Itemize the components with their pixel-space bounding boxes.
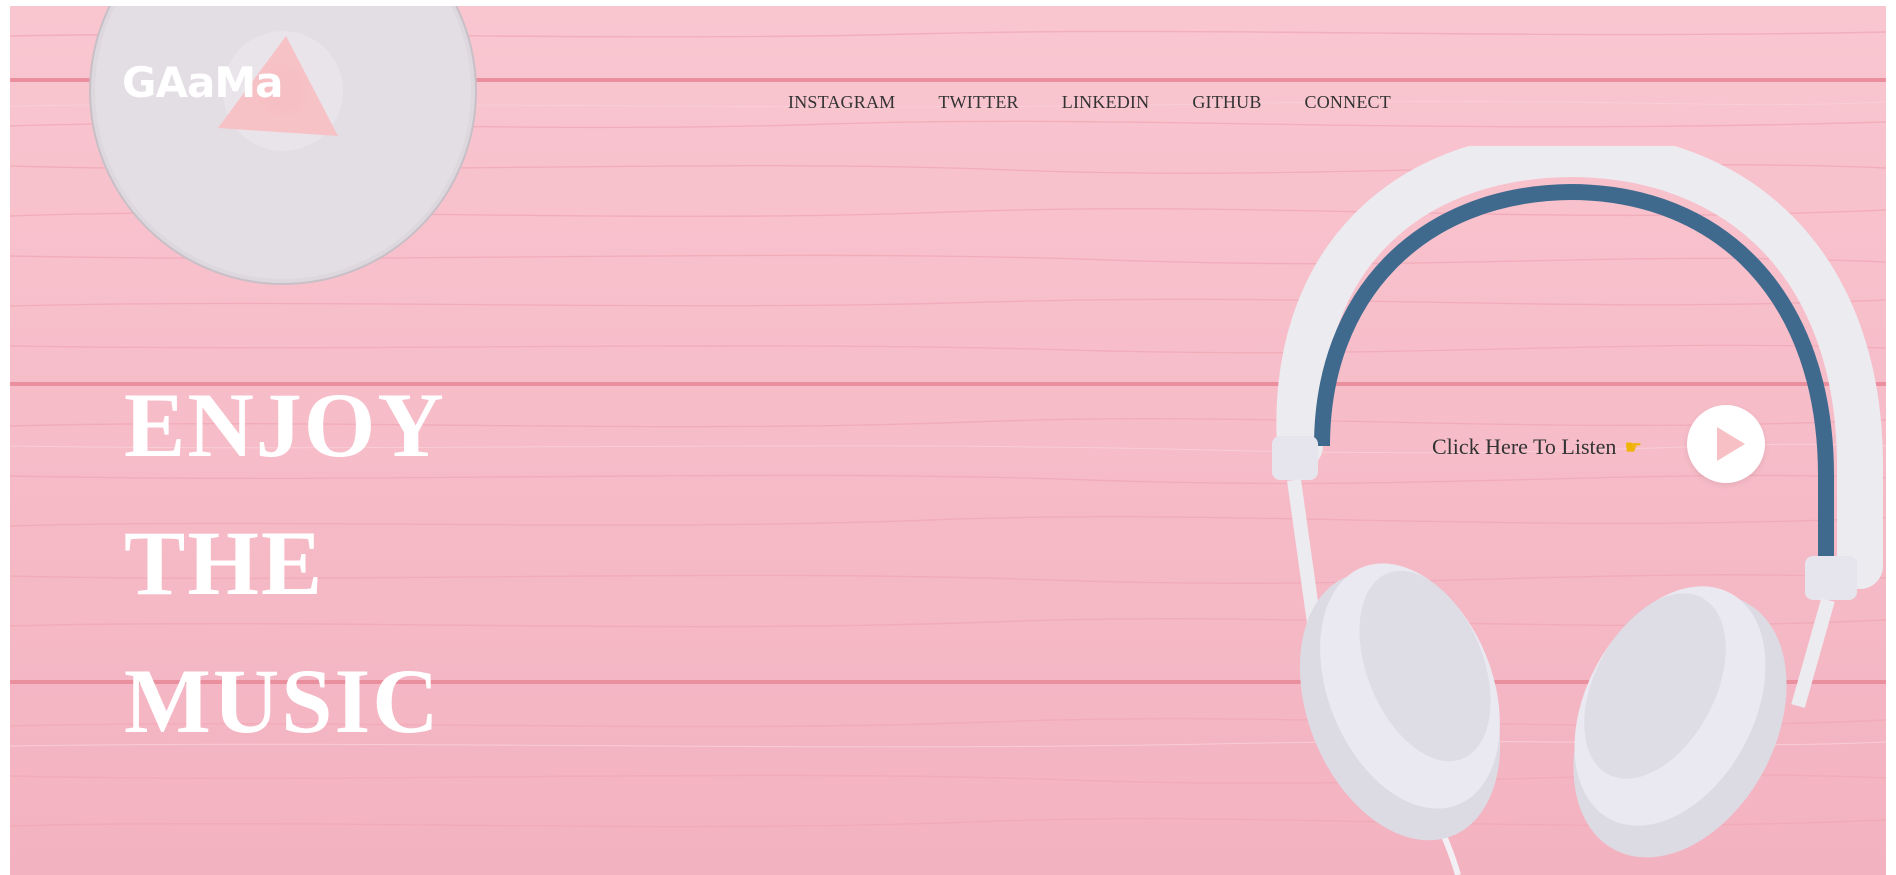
listen-prompt: Click Here To Listen ☛ [1432, 434, 1642, 460]
top-nav: INSTAGRAM TWITTER LINKEDIN GITHUB CONNEC… [788, 92, 1391, 113]
play-icon [1717, 427, 1745, 461]
pointing-hand-icon: ☛ [1624, 435, 1643, 459]
hero-section: GAaMa INSTAGRAM TWITTER LINKEDIN GITHUB … [10, 6, 1886, 875]
logo-text[interactable]: GAaMa [122, 58, 283, 107]
nav-instagram-link[interactable]: INSTAGRAM [788, 92, 895, 113]
headphones-image [1272, 146, 1883, 875]
hero-line-3: MUSIC [124, 650, 441, 752]
nav-github-link[interactable]: GITHUB [1192, 92, 1261, 113]
play-button[interactable] [1687, 405, 1765, 483]
cd-disc-icon [89, 6, 477, 285]
nav-linkedin-link[interactable]: LINKEDIN [1062, 92, 1150, 113]
nav-twitter-link[interactable]: TWITTER [938, 92, 1018, 113]
hero-line-2: THE [124, 512, 325, 614]
hero-line-1: ENJOY [124, 374, 446, 476]
hero-heading: ENJOY THE MUSIC [124, 356, 446, 770]
nav-connect-link[interactable]: CONNECT [1305, 92, 1391, 113]
listen-label: Click Here To Listen [1432, 434, 1617, 459]
